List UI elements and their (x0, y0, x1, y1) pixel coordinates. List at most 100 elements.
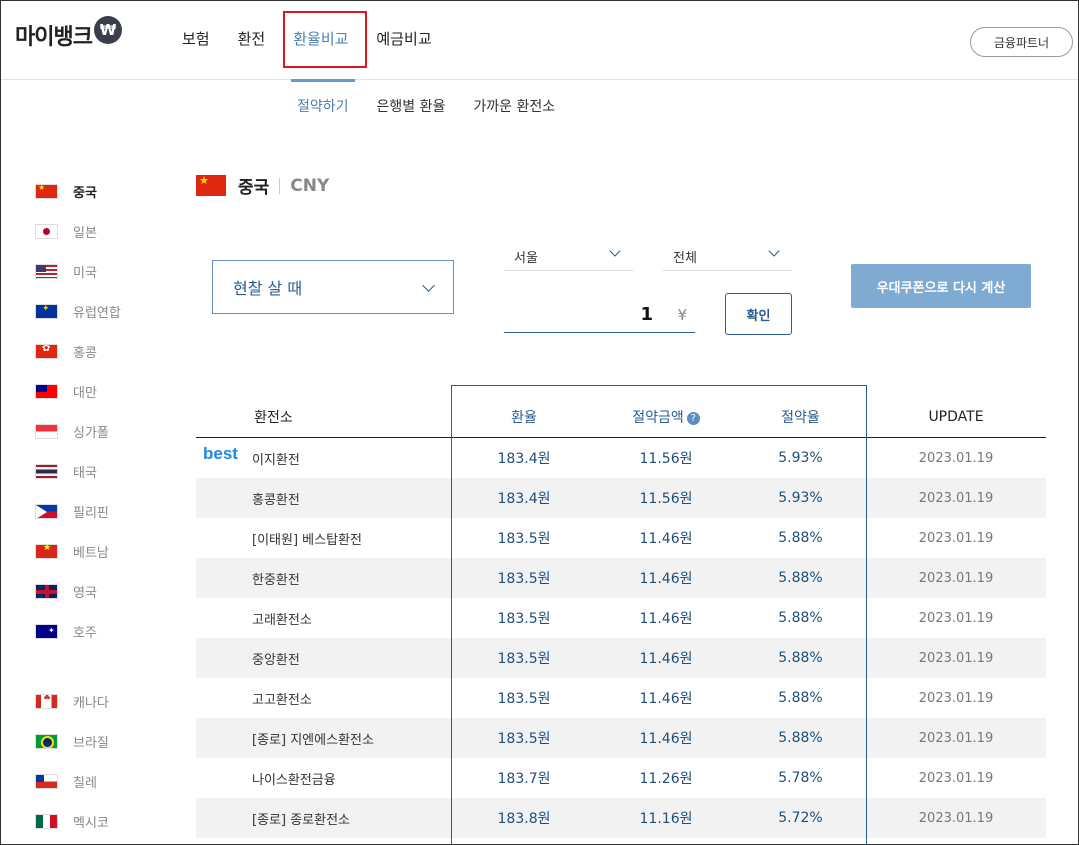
shop-name: [이태원] 베스탑환전 (196, 529, 451, 548)
logo[interactable]: 마이뱅크 ₩ (15, 16, 122, 51)
help-icon[interactable]: ? (686, 411, 700, 425)
sidebar-item-brazil[interactable]: 브라질 (35, 721, 121, 761)
region-select[interactable]: 서울 (504, 243, 633, 271)
rate-cell: 183.8원 (451, 808, 597, 828)
financial-partner-button[interactable]: 금융파트너 (970, 27, 1073, 57)
exchange-mode-select[interactable]: 현찰 살 때 (212, 260, 454, 314)
table-row[interactable]: 홍콩환전 183.4원 11.56원 5.93% 2023.01.19 (196, 478, 1046, 518)
tw-flag-icon (35, 383, 58, 399)
sidebar-item-mexico[interactable]: 멕시코 (35, 801, 121, 841)
region-value: 서울 (514, 251, 538, 266)
sidebar-item-label: 호주 (73, 625, 97, 641)
sidebar-item-label: 필리핀 (73, 505, 109, 521)
table-row[interactable]: 나이스환전금융 183.7원 11.26원 5.78% 2023.01.19 (196, 758, 1046, 798)
sidebar-item-label: 영국 (73, 585, 97, 601)
save-pct-cell-text: 5.78% (778, 770, 823, 786)
table-row[interactable]: best 이지환전 183.4원 11.56원 5.93% 2023.01.19 (196, 438, 1046, 478)
sidebar-item-chile[interactable]: 칠레 (35, 761, 121, 801)
shop-name: 고래환전소 (196, 609, 451, 628)
cl-flag-icon (35, 773, 58, 789)
sidebar-item-singapore[interactable]: 싱가폴 (35, 411, 121, 451)
table-row[interactable]: [종로] 지엔에스환전소 183.5원 11.46원 5.88% 2023.01.19 (196, 718, 1046, 758)
confirm-button[interactable]: 확인 (725, 293, 792, 335)
table-row[interactable]: 중앙환전 183.5원 11.46원 5.88% 2023.01.19 (196, 638, 1046, 678)
chevron-down-icon (768, 245, 780, 257)
shop-name-text: 고고환전소 (252, 692, 312, 708)
rate-cell-text: 183.5원 (497, 731, 551, 747)
table-row[interactable]: 고래환전소 183.5원 11.46원 5.88% 2023.01.19 (196, 598, 1046, 638)
sidebar-item-japan[interactable]: 일본 (35, 211, 121, 251)
currency-code: CNY (290, 175, 330, 196)
sidebar-item-philippines[interactable]: 필리핀 (35, 491, 121, 531)
rate-cell: 183.4원 (451, 488, 597, 508)
save-amount-cell-text: 11.46원 (639, 731, 693, 747)
subnav-save[interactable]: 절약하기 (297, 96, 349, 116)
shop-name-text: 홍콩환전 (252, 492, 300, 508)
shop-type-select[interactable]: 전체 (663, 243, 792, 271)
rate-cell: 183.5원 (451, 688, 597, 708)
save-pct-cell-text: 5.88% (778, 610, 823, 626)
shop-name: best 이지환전 (196, 444, 451, 468)
table-row[interactable]: [이태원] 베스탑환전 183.5원 11.46원 5.88% 2023.01.19 (196, 518, 1046, 558)
subnav-nearby-exchange[interactable]: 가까운 환전소 (473, 96, 555, 116)
nav-exchange[interactable]: 환전 (238, 28, 266, 49)
shop-name-text: [종로] 종로환전소 (252, 812, 350, 828)
sidebar-item-canada[interactable]: 캐나다 (35, 681, 121, 721)
won-badge-icon: ₩ (93, 16, 122, 44)
rate-cell: 183.5원 (451, 728, 597, 748)
currency-sidebar: 중국 일본 미국 유럽연합 홍콩 대만 싱가폴 태국 필리핀 베트남 영국 호주… (35, 171, 121, 841)
shop-name: 한중환전 (196, 569, 451, 588)
exchange-table: 환전소 환율 절약금액? 절약율 UPDATE best 이지환전 183.4원 11… (196, 396, 1046, 838)
subnav-bank-rates[interactable]: 은행별 환율 (377, 96, 446, 116)
rate-cell-text: 183.8원 (497, 811, 551, 827)
header-shop: 환전소 (254, 409, 293, 426)
rate-cell-text: 183.5원 (497, 651, 551, 667)
sidebar-item-vietnam[interactable]: 베트남 (35, 531, 121, 571)
shop-name: 홍콩환전 (196, 489, 451, 508)
recalc-coupon-button[interactable]: 우대쿠폰으로 다시 계산 (851, 264, 1031, 308)
table-row[interactable]: [종로] 종로환전소 183.8원 11.16원 5.72% 2023.01.19 (196, 798, 1046, 838)
save-amount-cell: 11.46원 (597, 608, 735, 628)
eu-flag-icon (35, 303, 58, 319)
sidebar-item-hongkong[interactable]: 홍콩 (35, 331, 121, 371)
shop-name-text: [종로] 지엔에스환전소 (252, 732, 374, 748)
update-date-cell-text: 2023.01.19 (918, 450, 994, 466)
save-amount-cell: 11.46원 (597, 528, 735, 548)
rate-cell-text: 183.5원 (497, 691, 551, 707)
sidebar-item-eu[interactable]: 유럽연합 (35, 291, 121, 331)
update-date-cell-text: 2023.01.19 (918, 730, 994, 746)
amount-input[interactable]: 1 ¥ (504, 299, 695, 333)
sidebar-item-china[interactable]: 중국 (35, 171, 121, 211)
nav-insurance[interactable]: 보험 (182, 28, 210, 49)
sub-nav: 절약하기 은행별 환율 가까운 환전소 (297, 96, 583, 116)
table-row[interactable]: 고고환전소 183.5원 11.46원 5.88% 2023.01.19 (196, 678, 1046, 718)
update-date-cell-text: 2023.01.19 (918, 770, 994, 786)
exchange-mode-value: 현찰 살 때 (233, 279, 303, 298)
rate-cell-text: 183.4원 (497, 491, 551, 507)
shop-name: [종로] 지엔에스환전소 (196, 729, 451, 748)
rate-cell: 183.4원 (451, 448, 597, 468)
rate-cell-text: 183.4원 (497, 451, 551, 467)
active-nav-highlight (283, 11, 367, 68)
table-body: best 이지환전 183.4원 11.56원 5.93% 2023.01.19 홍콩환전 1… (196, 438, 1046, 838)
sidebar-item-label: 홍콩 (73, 345, 97, 361)
sidebar-item-uk[interactable]: 영국 (35, 571, 121, 611)
save-amount-cell: 11.46원 (597, 688, 735, 708)
update-date-cell-text: 2023.01.19 (918, 530, 994, 546)
sidebar-item-label: 칠레 (73, 775, 97, 791)
sidebar-item-thailand[interactable]: 태국 (35, 451, 121, 491)
save-pct-cell: 5.88% (735, 570, 866, 586)
nav-deposit-compare[interactable]: 예금비교 (376, 28, 431, 49)
update-date-cell: 2023.01.19 (866, 771, 1046, 786)
rate-cell-text: 183.5원 (497, 571, 551, 587)
sidebar-item-taiwan[interactable]: 대만 (35, 371, 121, 411)
save-amount-cell-text: 11.46원 (639, 571, 693, 587)
sidebar-item-australia[interactable]: 호주 (35, 611, 121, 651)
th-flag-icon (35, 463, 58, 479)
save-amount-cell: 11.56원 (597, 448, 735, 468)
sidebar-item-usa[interactable]: 미국 (35, 251, 121, 291)
save-amount-cell-text: 11.26원 (639, 771, 693, 787)
sidebar-item-label: 미국 (73, 265, 97, 281)
table-row[interactable]: 한중환전 183.5원 11.46원 5.88% 2023.01.19 (196, 558, 1046, 598)
mx-flag-icon (35, 813, 58, 829)
